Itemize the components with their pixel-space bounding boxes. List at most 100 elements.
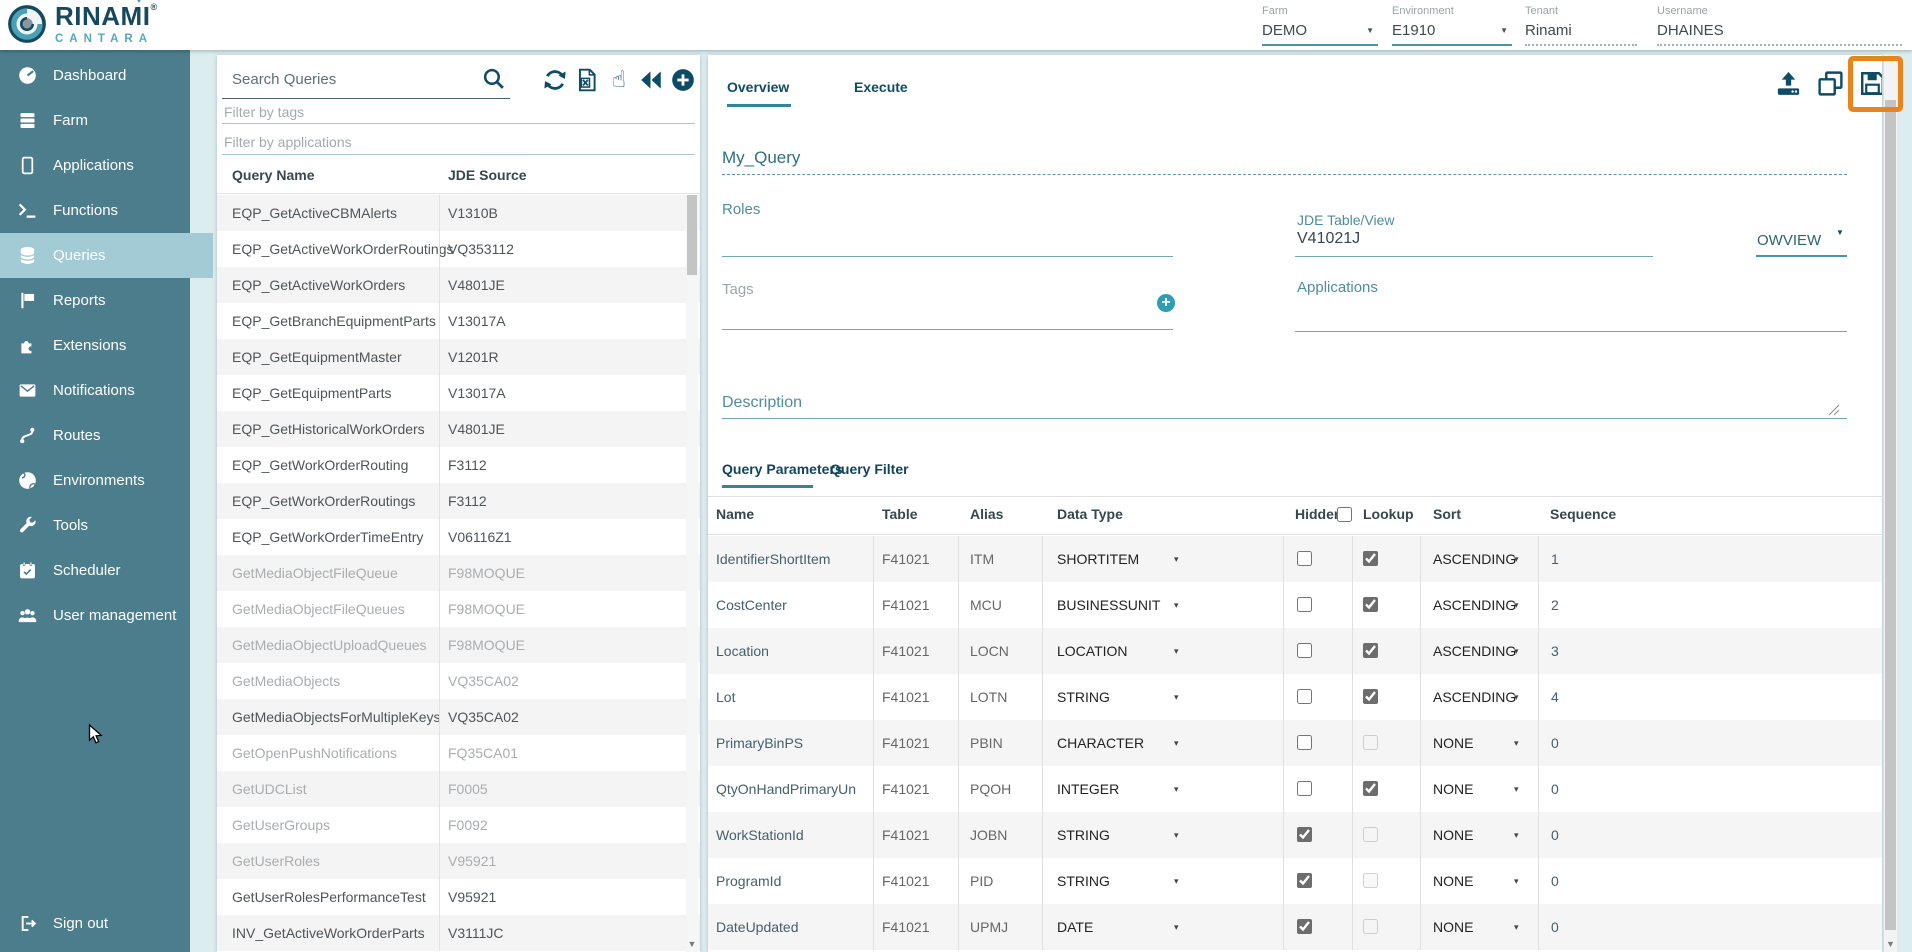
sidebar-item-extensions[interactable]: Extensions	[0, 323, 190, 368]
lookup-checkbox[interactable]	[1363, 781, 1378, 796]
hidden-checkbox[interactable]	[1297, 873, 1312, 888]
sidebar-item-notifications[interactable]: Notifications	[0, 368, 190, 413]
query-list-row[interactable]: GetMediaObjectFileQueueF98MOQUE	[217, 555, 700, 591]
sidebar-item-scheduler[interactable]: Scheduler	[0, 548, 190, 593]
query-list-row[interactable]: EQP_GetEquipmentMasterV1201R	[217, 339, 700, 375]
sort-select[interactable]: ASCENDING	[1433, 643, 1516, 659]
scrollbar-thumb[interactable]	[1885, 100, 1896, 930]
sort-select[interactable]: NONE	[1433, 919, 1473, 935]
hidden-checkbox[interactable]	[1297, 551, 1312, 566]
tab-execute[interactable]: Execute	[854, 79, 908, 95]
header-field-farm[interactable]: FarmDEMO▼	[1262, 5, 1378, 46]
lookup-checkbox[interactable]	[1363, 597, 1378, 612]
refresh-icon[interactable]	[542, 67, 568, 93]
sidebar-item-reports[interactable]: Reports	[0, 278, 190, 323]
data-type-select[interactable]: BUSINESSUNIT	[1057, 597, 1160, 613]
hidden-checkbox[interactable]	[1297, 827, 1312, 842]
query-list-row[interactable]: GetMediaObjectsVQ35CA02	[217, 663, 700, 699]
hidden-all-checkbox[interactable]	[1337, 507, 1352, 522]
hidden-checkbox[interactable]	[1297, 781, 1312, 796]
sidebar-item-queries[interactable]: Queries	[0, 233, 213, 278]
hidden-checkbox[interactable]	[1297, 643, 1312, 658]
lookup-checkbox[interactable]	[1363, 689, 1378, 704]
query-list-row[interactable]: EQP_GetActiveWorkOrderRoutingsVQ353112	[217, 231, 700, 267]
sort-select[interactable]: NONE	[1433, 781, 1473, 797]
sidebar-item-dashboard[interactable]: Dashboard	[0, 53, 190, 98]
hidden-checkbox[interactable]	[1297, 597, 1312, 612]
rewind-icon[interactable]	[638, 67, 664, 93]
lookup-checkbox[interactable]	[1363, 551, 1378, 566]
data-type-select[interactable]: STRING	[1057, 873, 1110, 889]
hidden-checkbox[interactable]	[1297, 919, 1312, 934]
query-list-row[interactable]: EQP_GetWorkOrderRoutingsF3112	[217, 483, 700, 519]
sidebar-item-environments[interactable]: Environments	[0, 458, 190, 503]
query-list-scrollbar[interactable]: ▼	[686, 195, 698, 952]
view-type-select[interactable]: OWVIEW	[1757, 232, 1821, 249]
sidebar-item-routes[interactable]: Routes	[0, 413, 190, 458]
query-list-row[interactable]: GetMediaObjectUploadQueuesF98MOQUE	[217, 627, 700, 663]
sort-select[interactable]: NONE	[1433, 827, 1473, 843]
subtab-query-parameters[interactable]: Query Parameters	[722, 461, 843, 477]
field-value[interactable]: DEMO	[1262, 22, 1307, 39]
query-list-row[interactable]: GetUserGroupsF0092	[217, 807, 700, 843]
query-list-row[interactable]: EQP_GetHistoricalWorkOrdersV4801JE	[217, 411, 700, 447]
search-icon[interactable]	[481, 66, 506, 91]
filter-by-applications-input[interactable]: Filter by applications	[224, 134, 352, 150]
main-scrollbar[interactable]: ▼	[1884, 55, 1897, 952]
description-textarea-underline[interactable]	[722, 418, 1847, 419]
subtab-query-filter[interactable]: Query Filter	[830, 461, 909, 477]
query-list-row[interactable]: GetUserRolesPerformanceTestV95921	[217, 879, 700, 915]
query-name-input[interactable]: My_Query	[722, 148, 800, 168]
data-type-select[interactable]: INTEGER	[1057, 781, 1119, 797]
resize-handle-icon[interactable]	[1828, 404, 1840, 416]
query-list-row[interactable]: GetMediaObjectsForMultipleKeysVQ35CA02	[217, 699, 700, 735]
sidebar-item-functions[interactable]: Functions	[0, 188, 190, 233]
tags-input[interactable]: Tags	[722, 281, 754, 298]
sidebar-item-farm[interactable]: Farm	[0, 98, 190, 143]
sidebar-item-applications[interactable]: Applications	[0, 143, 190, 188]
tab-overview[interactable]: Overview	[727, 79, 789, 95]
copy-icon-button[interactable]	[1816, 69, 1845, 98]
query-list-row[interactable]: EQP_GetWorkOrderTimeEntryV06116Z1	[217, 519, 700, 555]
sort-select[interactable]: ASCENDING	[1433, 551, 1516, 567]
upload-icon-button[interactable]	[1774, 69, 1803, 98]
add-circle-icon[interactable]	[670, 67, 696, 93]
roles-input[interactable]	[722, 256, 1173, 257]
hidden-checkbox[interactable]	[1297, 735, 1312, 750]
save-icon-button[interactable]	[1858, 69, 1882, 98]
data-type-select[interactable]: SHORTITEM	[1057, 551, 1139, 567]
query-list-row[interactable]: GetOpenPushNotificationsFQ35CA01	[217, 735, 700, 771]
query-list-row[interactable]: EQP_GetWorkOrderRoutingF3112	[217, 447, 700, 483]
scroll-down-icon[interactable]: ▼	[686, 939, 698, 949]
query-list-row[interactable]: EQP_GetEquipmentPartsV13017A	[217, 375, 700, 411]
scrollbar-thumb[interactable]	[687, 195, 697, 275]
query-list-row[interactable]: EQP_GetBranchEquipmentPartsV13017A	[217, 303, 700, 339]
header-field-environment[interactable]: EnvironmentE1910▼	[1392, 5, 1512, 46]
data-type-select[interactable]: LOCATION	[1057, 643, 1128, 659]
search-input[interactable]: Search Queries	[232, 71, 336, 88]
data-type-select[interactable]: STRING	[1057, 689, 1110, 705]
filter-by-tags-input[interactable]: Filter by tags	[224, 104, 304, 120]
sort-select[interactable]: ASCENDING	[1433, 597, 1516, 613]
sort-select[interactable]: NONE	[1433, 873, 1473, 889]
excel-export-icon[interactable]	[574, 67, 600, 93]
sidebar-item-user-management[interactable]: User management	[0, 593, 190, 638]
query-list-row[interactable]: GetMediaObjectFileQueuesF98MOQUE	[217, 591, 700, 627]
hidden-checkbox[interactable]	[1297, 689, 1312, 704]
query-list-row[interactable]: GetUserRolesV95921	[217, 843, 700, 879]
lookup-checkbox[interactable]	[1363, 643, 1378, 658]
data-type-select[interactable]: DATE	[1057, 919, 1093, 935]
data-type-select[interactable]: STRING	[1057, 827, 1110, 843]
query-list-row[interactable]: EQP_GetActiveWorkOrdersV4801JE	[217, 267, 700, 303]
jde-table-input[interactable]: V41021J	[1297, 230, 1360, 248]
sidebar-item-tools[interactable]: Tools	[0, 503, 190, 548]
query-list-row[interactable]: EQP_GetActiveCBMAlertsV1310B	[217, 195, 700, 231]
data-type-select[interactable]: CHARACTER	[1057, 735, 1144, 751]
scroll-down-icon[interactable]: ▼	[1884, 939, 1897, 949]
sort-select[interactable]: NONE	[1433, 735, 1473, 751]
applications-input[interactable]	[1295, 331, 1847, 332]
field-value[interactable]: E1910	[1392, 22, 1435, 39]
sort-select[interactable]: ASCENDING	[1433, 689, 1516, 705]
sidebar-item-sign-out[interactable]: Sign out	[0, 901, 190, 946]
hand-pointer-icon[interactable]: ☝	[606, 67, 632, 93]
